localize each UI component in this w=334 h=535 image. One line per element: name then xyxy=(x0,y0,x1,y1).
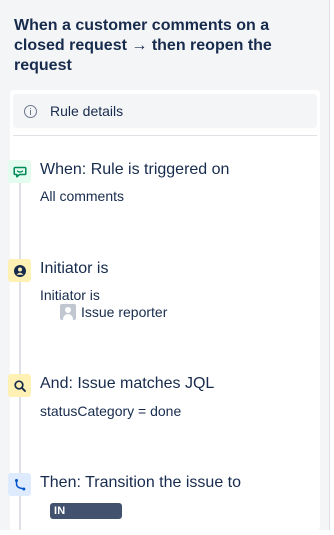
initiator-detail: Initiator is xyxy=(40,287,100,303)
initiator-value: Issue reporter xyxy=(81,304,168,320)
rule-details-label: Rule details xyxy=(50,103,124,119)
initiator-heading: Initiator is xyxy=(40,260,109,277)
search-icon xyxy=(8,374,31,397)
rule-title: When a customer comments on a closed req… xyxy=(14,17,272,74)
jql-heading: And: Issue matches JQL xyxy=(40,375,215,392)
jql-detail: statusCategory = done xyxy=(40,403,182,419)
rule-panel: When a customer comments on a closed req… xyxy=(0,0,330,533)
divider xyxy=(13,135,317,136)
user-icon xyxy=(8,259,31,282)
rule-details-row[interactable]: Rule details xyxy=(13,94,317,128)
branch-icon xyxy=(8,473,31,496)
trigger-detail: All comments xyxy=(40,188,125,204)
comment-icon xyxy=(8,160,31,183)
status-lozenge: IN PROGRESS xyxy=(50,503,122,533)
transition-heading: Then: Transition the issue to xyxy=(40,474,241,491)
trigger-heading: When: Rule is triggered on xyxy=(40,161,230,178)
info-icon xyxy=(24,104,37,118)
avatar-icon xyxy=(60,304,76,320)
